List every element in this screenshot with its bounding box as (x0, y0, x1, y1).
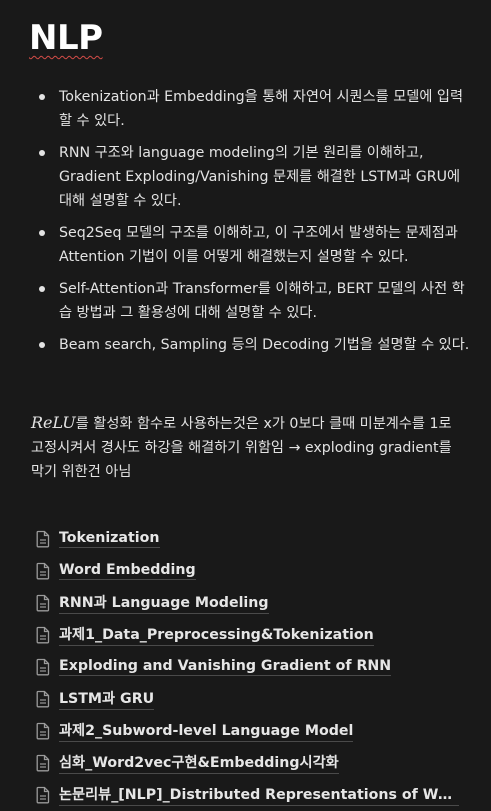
page-icon (33, 529, 53, 549)
subpage-label: Word Embedding (59, 562, 196, 580)
relu-math: ReLU (31, 413, 76, 432)
page-title: NLP (29, 18, 103, 58)
subpage-list: Tokenization Word Embedding RNN과 Language … (33, 523, 473, 811)
subpage-link[interactable]: Word Embedding (33, 555, 473, 587)
page-icon (33, 625, 53, 645)
subpage-label: LSTM과 GRU (59, 688, 155, 710)
list-item: Seq2Seq 모델의 구조를 이해하고, 이 구조에서 발생하는 문제점과 A… (31, 221, 471, 269)
subpage-link[interactable]: 과제2_Subword-level Language Model (33, 715, 473, 747)
page-icon (33, 689, 53, 709)
subpage-label: 심화_Word2vec구현&Embedding시각화 (59, 752, 339, 774)
subpage-link[interactable]: RNN과 Language Modeling (33, 587, 473, 619)
subpage-label: RNN과 Language Modeling (59, 592, 269, 614)
list-item: Beam search, Sampling 등의 Decoding 기법을 설명… (31, 333, 471, 357)
subpage-label: 과제2_Subword-level Language Model (59, 720, 354, 742)
subpage-link[interactable]: 심화_Word2vec구현&Embedding시각화 (33, 747, 473, 779)
subpage-label: Tokenization (59, 530, 160, 548)
page-icon (33, 721, 53, 741)
subpage-label: Exploding and Vanishing Gradient of RNN (59, 658, 392, 676)
page-icon (33, 753, 53, 773)
note-text: 를 활성화 함수로 사용하는것은 x가 0보다 클때 미분계수를 1로 고정시켜… (31, 416, 452, 480)
page-icon (33, 593, 53, 613)
page-icon (33, 785, 53, 805)
subpage-link[interactable]: 과제1_Data_Preprocessing&Tokenization (33, 619, 473, 651)
subpage-label: 논문리뷰_[NLP]_Distributed Representations o… (59, 784, 459, 806)
subpage-label: 과제1_Data_Preprocessing&Tokenization (59, 624, 374, 646)
subpage-link[interactable]: Exploding and Vanishing Gradient of RNN (33, 651, 473, 683)
page-icon (33, 561, 53, 581)
note-paragraph: ReLU를 활성화 함수로 사용하는것은 x가 0보다 클때 미분계수를 1로 … (31, 411, 463, 484)
list-item: Self-Attention과 Transformer를 이해하고, BERT … (31, 277, 471, 325)
subpage-link[interactable]: Tokenization (33, 523, 473, 555)
page-icon (33, 657, 53, 677)
list-item: RNN 구조와 language modeling의 기본 원리를 이해하고, … (31, 141, 471, 213)
subpage-link[interactable]: 논문리뷰_[NLP]_Distributed Representations o… (33, 779, 473, 811)
subpage-link[interactable]: LSTM과 GRU (33, 683, 473, 715)
list-item: Tokenization과 Embedding을 통해 자연어 시퀀스를 모델에… (31, 85, 471, 133)
objectives-list: Tokenization과 Embedding을 통해 자연어 시퀀스를 모델에… (31, 85, 471, 365)
notion-page: NLP Tokenization과 Embedding을 통해 자연어 시퀀스를… (0, 0, 491, 807)
